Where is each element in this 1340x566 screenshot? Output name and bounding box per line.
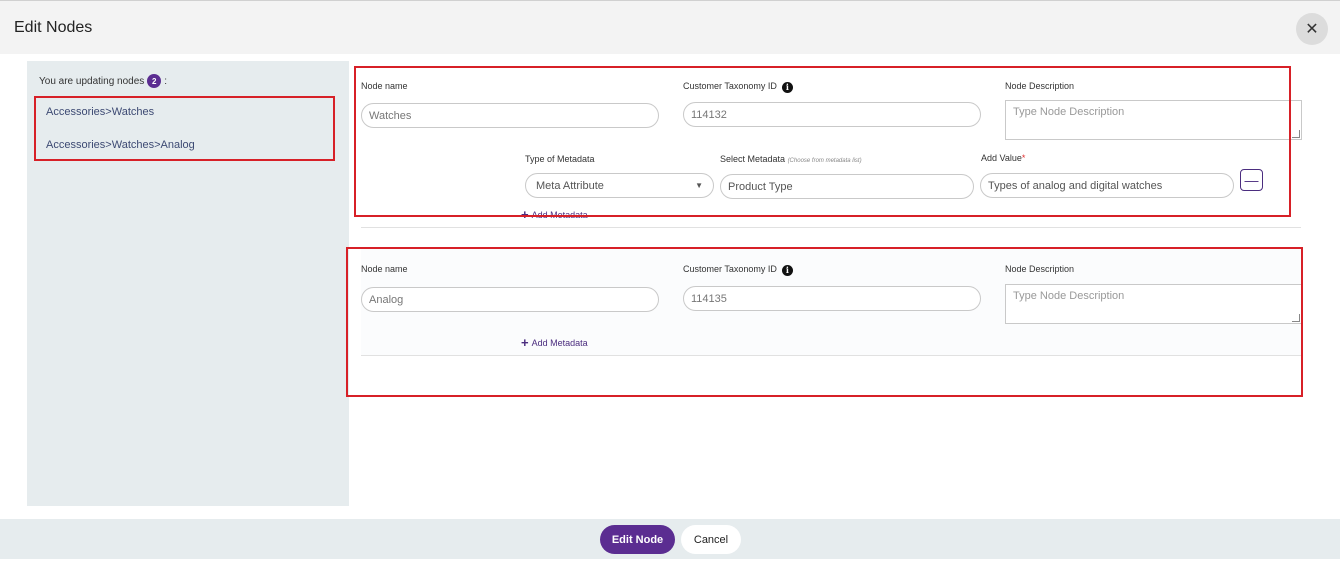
close-button[interactable]: ✕ [1296,13,1328,45]
node-section-highlight [346,247,1303,397]
node-count-badge: 2 [147,74,162,88]
dialog-header: Edit Nodes ✕ [0,1,1340,54]
updating-suffix: : [164,75,168,87]
node-section-highlight [354,66,1291,217]
section-divider [361,227,1301,228]
cancel-button[interactable]: Cancel [681,525,741,554]
resize-grip-icon[interactable] [1292,130,1300,138]
updating-label: You are updating nodes [39,75,145,87]
node-list-item[interactable]: Accessories>Watches [46,106,154,118]
edit-node-button[interactable]: Edit Node [600,525,675,554]
updating-nodes-text: You are updating nodes 2 : [39,74,167,88]
edit-nodes-dialog: Edit Nodes ✕ You are updating nodes 2 : … [0,0,1340,566]
close-icon: ✕ [1305,21,1319,38]
node-list-item[interactable]: Accessories>Watches>Analog [46,139,195,151]
dialog-title: Edit Nodes [14,19,93,36]
